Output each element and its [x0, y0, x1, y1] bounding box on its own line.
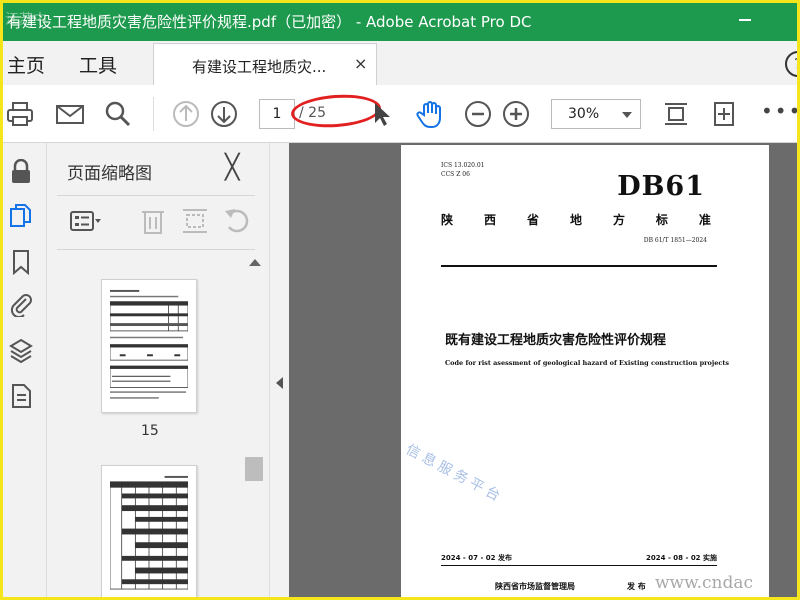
pages-icon[interactable] [9, 203, 33, 229]
app-window: 有建设工程地质灾害危险性评价规程.pdf（已加密） - Adobe Acroba… [0, 0, 800, 600]
document-view[interactable]: ICS 13.020.01 CCS Z 06 DB61 陕 西 省 地 方 标 … [289, 143, 797, 597]
window-title: 有建设工程地质灾害危险性评价规程.pdf（已加密） - Adobe Acroba… [7, 13, 532, 31]
thumbnail-page-number: 15 [141, 423, 159, 439]
standard-number: DB 61/T 1851—2024 [643, 237, 707, 244]
search-icon[interactable] [103, 99, 133, 129]
left-rail [3, 143, 47, 597]
header-rule [441, 265, 717, 267]
print-icon[interactable] [5, 99, 35, 129]
insert-icon[interactable] [179, 205, 211, 237]
page-up-icon[interactable] [171, 99, 201, 129]
toolbar-separator [153, 97, 154, 131]
thumbnail-content [110, 289, 188, 399]
title-bar: 有建设工程地质灾害危险性评价规程.pdf（已加密） - Adobe Acroba… [3, 3, 797, 41]
footer-rule [441, 565, 717, 566]
bookmark-icon[interactable] [9, 249, 33, 275]
panel-title: 页面缩略图 [67, 164, 152, 184]
ics-line: ICS 13.020.01 [441, 162, 485, 169]
corner-watermark: 江苏中 [5, 12, 47, 28]
fit-page-icon[interactable] [661, 99, 691, 129]
standard-type: 陕 西 省 地 方 标 准 [441, 211, 711, 228]
panel-collapse-handle[interactable] [269, 143, 289, 597]
panel-divider [57, 249, 255, 250]
help-icon[interactable]: ? [785, 51, 797, 77]
document-title-cn: 既有建设工程地质灾害危险性评价规程 [445, 333, 667, 348]
publisher: 陕西省市场监督管理局 [495, 582, 575, 591]
implement-date: 2024 - 08 - 02 实施 [646, 554, 717, 562]
publish-date: 2024 - 07 - 02 发布 [441, 554, 512, 562]
email-icon[interactable] [55, 99, 85, 129]
page-watermark: 信息服务平台 [403, 441, 506, 507]
thumbnail-content [110, 475, 188, 590]
minimize-button[interactable] [739, 19, 751, 21]
panel-divider [57, 195, 255, 196]
zoom-in-icon[interactable] [501, 99, 531, 129]
standard-type-char: 标 [655, 213, 668, 227]
select-cursor-icon[interactable] [369, 99, 399, 129]
standard-type-char: 陕 [441, 213, 454, 227]
thumbnails-panel: 页面缩略图 ╳ 15 [47, 143, 269, 597]
zoom-out-icon[interactable] [463, 99, 493, 129]
standard-type-char: 西 [483, 213, 496, 227]
tab-tools[interactable]: 工具 [79, 51, 117, 78]
close-tab-button[interactable]: × [354, 54, 367, 73]
tab-bar: 主页 工具 有建设工程地质灾... × ? [3, 41, 797, 85]
url-watermark: www.cndac [655, 573, 754, 593]
attachment-icon[interactable] [9, 291, 33, 317]
ics-code: ICS 13.020.01 CCS Z 06 [441, 161, 485, 179]
standard-type-char: 省 [526, 213, 539, 227]
delete-icon[interactable] [137, 205, 169, 237]
more-icon[interactable]: ••• [761, 99, 797, 123]
page-number-input[interactable]: 1 [259, 99, 295, 129]
page-thumbnail[interactable] [101, 279, 197, 413]
scrollbar-thumb[interactable] [245, 457, 263, 481]
tab-document[interactable]: 有建设工程地质灾... × [153, 43, 377, 85]
hand-tool-icon[interactable] [415, 99, 445, 129]
standard-type-char: 准 [698, 213, 711, 227]
thumbnail-options-icon[interactable] [69, 205, 101, 237]
chevron-down-icon [622, 112, 632, 118]
document-tab-label: 有建设工程地质灾... [192, 58, 327, 76]
undo-icon[interactable] [221, 205, 253, 237]
standard-type-char: 方 [612, 213, 625, 227]
layers-icon[interactable] [9, 337, 33, 363]
document-title-en: Code for rist asessment of geological ha… [445, 359, 729, 367]
standard-type-char: 地 [569, 213, 582, 227]
thumbnail-scrollbar[interactable] [245, 259, 265, 597]
scroll-up-icon[interactable] [249, 259, 261, 266]
publish-word: 发 布 [627, 582, 646, 591]
close-panel-button[interactable]: ╳ [225, 153, 239, 181]
lock-icon[interactable] [9, 159, 33, 185]
toolbar: 1 / 25 30% ••• [3, 85, 797, 143]
page-thumbnail[interactable] [101, 465, 197, 597]
zoom-select[interactable]: 30% [551, 99, 641, 129]
chevron-left-icon [276, 377, 283, 389]
pdf-page: ICS 13.020.01 CCS Z 06 DB61 陕 西 省 地 方 标 … [401, 145, 769, 597]
standard-code: DB61 [617, 171, 705, 202]
zoom-value: 30% [568, 106, 600, 122]
document-icon[interactable] [9, 383, 33, 409]
ccs-line: CCS Z 06 [441, 171, 470, 178]
tab-home[interactable]: 主页 [7, 51, 45, 78]
page-down-icon[interactable] [209, 99, 239, 129]
rotate-view-icon[interactable] [709, 99, 739, 129]
